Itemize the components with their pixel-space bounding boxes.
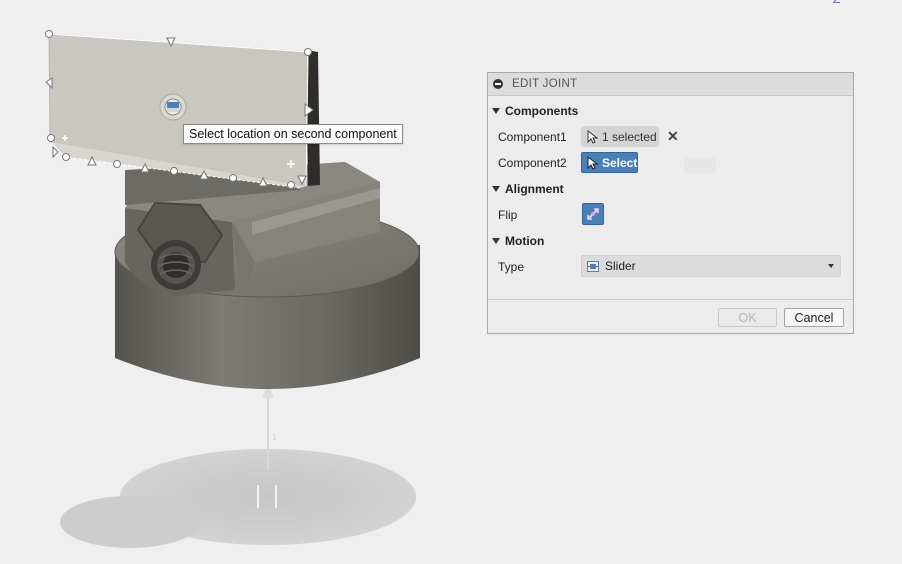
svg-text:1: 1 — [272, 433, 277, 442]
edit-joint-dialog: EDIT JOINT Components Component1 1 selec… — [487, 72, 854, 334]
joint-type-dropdown[interactable]: Slider — [581, 255, 841, 277]
joint-type-value: Slider — [605, 259, 636, 273]
component1-selection-button[interactable]: 1 selected — [581, 126, 659, 147]
dropdown-caret-icon — [828, 264, 834, 268]
cancel-button[interactable]: Cancel — [784, 308, 844, 327]
collapse-icon[interactable] — [493, 79, 503, 89]
motion-section-header[interactable]: Motion — [492, 234, 544, 248]
flip-button[interactable] — [582, 203, 604, 225]
component1-value: 1 selected — [602, 129, 657, 144]
dialog-title: EDIT JOINT — [512, 78, 578, 90]
ok-button[interactable]: OK — [718, 308, 777, 327]
expand-triangle-icon — [492, 186, 500, 192]
clear-selection-icon[interactable]: ✕ — [667, 128, 679, 145]
slider-joint-icon — [587, 260, 599, 272]
dialog-titlebar[interactable]: EDIT JOINT — [488, 73, 853, 96]
motion-section-label: Motion — [505, 234, 545, 248]
inactive-control — [684, 157, 716, 173]
component1-label: Component1 — [498, 130, 567, 144]
component2-select-button[interactable]: Select — [581, 152, 638, 173]
cursor-arrow-icon — [587, 155, 598, 170]
selection-tooltip: Select location on second component — [183, 124, 403, 144]
components-section-header[interactable]: Components — [492, 104, 578, 118]
alignment-section-header[interactable]: Alignment — [492, 182, 564, 196]
expand-triangle-icon — [492, 108, 500, 114]
components-section-label: Components — [505, 104, 579, 118]
expand-triangle-icon — [492, 238, 500, 244]
type-label: Type — [498, 260, 525, 274]
dialog-footer-divider — [488, 299, 853, 300]
ground-shadow — [60, 449, 416, 548]
viewcube-label: Z — [833, 0, 840, 6]
alignment-section-label: Alignment — [505, 182, 564, 196]
flip-label: Flip — [498, 208, 518, 222]
3d-model-body[interactable] — [114, 160, 420, 389]
component2-label: Component2 — [498, 156, 567, 170]
component2-select-label: Select — [602, 155, 638, 170]
plate-component[interactable] — [45, 30, 321, 189]
flip-icon — [587, 208, 599, 220]
cursor-arrow-icon — [587, 129, 598, 144]
viewcube-corner[interactable]: Z — [833, 0, 849, 8]
